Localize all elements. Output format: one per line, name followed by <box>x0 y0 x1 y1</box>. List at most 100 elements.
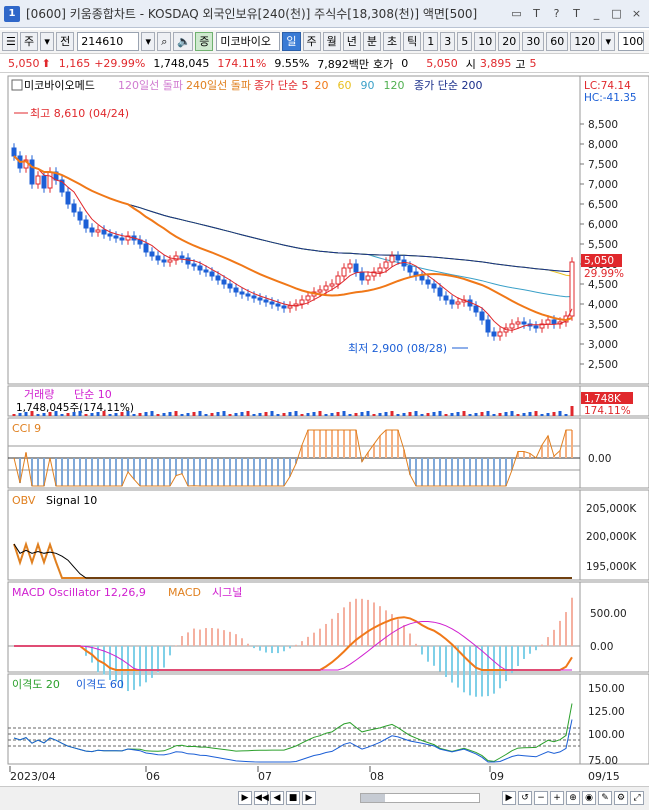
volume-bar <box>318 411 322 416</box>
interval-20[interactable]: 20 <box>498 32 521 51</box>
first-icon[interactable]: ▶ <box>238 791 252 805</box>
period-week[interactable]: 주 <box>302 32 321 51</box>
x-axis-label: 09 <box>490 770 504 783</box>
chat-icon[interactable]: ✎ <box>598 791 612 805</box>
volume-bar <box>546 413 550 416</box>
candle-body <box>479 311 485 321</box>
volume-bar <box>216 412 220 416</box>
candle-body <box>101 229 107 235</box>
x-axis-label: 07 <box>258 770 272 783</box>
zoom-out-icon[interactable]: − <box>534 791 548 805</box>
volume-bar <box>90 413 94 416</box>
candle-body <box>491 331 497 337</box>
period-second[interactable]: 초 <box>383 32 402 51</box>
scroll-track[interactable] <box>360 793 480 803</box>
candle-body <box>263 299 269 303</box>
scroll-thumb[interactable] <box>361 794 385 802</box>
interval-5[interactable]: 5 <box>457 32 473 51</box>
candle-body <box>167 259 173 263</box>
candle-body <box>185 257 191 265</box>
volume-bar <box>414 411 418 416</box>
volume-bar <box>378 413 382 416</box>
price-change-pct: +29.99% <box>94 57 146 70</box>
interval-120[interactable]: 120 <box>570 32 600 51</box>
maximize-icon[interactable]: □ <box>608 5 625 22</box>
code-dropdown-icon[interactable]: ▾ <box>141 32 156 51</box>
tab-stock[interactable]: 주 <box>20 32 39 51</box>
settings-icon[interactable]: ⚙ <box>614 791 628 805</box>
interval-1[interactable]: 1 <box>423 32 439 51</box>
scroll-right-icon[interactable]: ▶ <box>502 791 516 805</box>
menu-icon[interactable]: ☰ <box>2 32 18 51</box>
close-icon[interactable]: × <box>628 5 645 22</box>
volume-bar <box>438 411 442 416</box>
rewind-icon[interactable]: ◀◀ <box>254 791 269 805</box>
stock-code-input[interactable]: 214610 <box>77 32 140 51</box>
candle-body <box>455 301 461 305</box>
interval-60[interactable]: 60 <box>546 32 569 51</box>
camera-icon[interactable]: ◉ <box>582 791 596 805</box>
candle-body <box>437 287 443 297</box>
candle-body <box>41 175 47 189</box>
tab-prev[interactable]: 전 <box>56 32 75 51</box>
cci-tick: 0.00 <box>588 453 611 465</box>
axis-panel <box>579 581 649 673</box>
period-minute[interactable]: 분 <box>362 32 381 51</box>
interval-10[interactable]: 10 <box>474 32 497 51</box>
prev-icon[interactable]: ◀ <box>270 791 284 805</box>
volume-bar <box>462 411 466 416</box>
view-count-input[interactable]: 100 <box>618 32 645 51</box>
chevron-down-icon[interactable]: ▾ <box>601 32 616 51</box>
legend-item: 60 <box>338 79 352 92</box>
price-tick-label: 4,000 <box>588 299 618 311</box>
candle-body <box>221 279 227 285</box>
text-icon[interactable]: T <box>528 5 545 22</box>
volume-bar <box>276 414 280 416</box>
chevron-down-icon[interactable]: ▾ <box>40 32 55 51</box>
volume-bar <box>444 414 448 416</box>
stop-icon[interactable]: ■ <box>286 791 300 805</box>
volume-bar <box>150 411 154 416</box>
high-label: 고 <box>515 57 526 71</box>
candle-body <box>353 263 359 273</box>
expand-icon[interactable]: ⤢ <box>630 791 644 805</box>
zoom-reset-icon[interactable]: ↺ <box>518 791 532 805</box>
price-change: 1,165 <box>58 57 91 70</box>
zoom-in-icon[interactable]: + <box>550 791 564 805</box>
chart-area[interactable]: 8,5008,0007,5007,0006,5006,0005,5005,000… <box>0 74 649 785</box>
obv-tick: 205,000K <box>586 503 637 515</box>
font-icon[interactable]: T <box>568 5 585 22</box>
next-icon[interactable]: ▶ <box>302 791 316 805</box>
volume-bar <box>360 412 364 416</box>
volume-bar <box>288 412 292 416</box>
candle-body <box>299 299 305 305</box>
period-year[interactable]: 년 <box>342 32 361 51</box>
period-tick[interactable]: 틱 <box>403 32 422 51</box>
volume-bar <box>540 414 544 416</box>
chart-scrollbar[interactable]: ▶ ◀◀ ◀ ■ ▶ ▶ ↺ − + ⊕ ◉ ✎ ⚙ ⤢ <box>0 786 649 810</box>
volume-bar <box>66 413 70 416</box>
obv-tick: 200,000K <box>586 531 637 543</box>
badge-jeung: 증 <box>195 32 214 51</box>
x-axis-label: 08 <box>370 770 384 783</box>
restore-icon[interactable]: ▭ <box>508 5 525 22</box>
obv-title: OBV <box>12 494 36 507</box>
candle-body <box>107 233 113 237</box>
trade-amount: 7,892백만 <box>317 57 370 71</box>
candle-body <box>275 303 281 307</box>
search-icon[interactable]: ⌕ <box>157 32 172 51</box>
interval-3[interactable]: 3 <box>440 32 456 51</box>
macd-tick: 0.00 <box>590 641 613 653</box>
minimize-icon[interactable]: _ <box>588 5 605 22</box>
crosshair-icon[interactable]: ⊕ <box>566 791 580 805</box>
interval-30[interactable]: 30 <box>522 32 545 51</box>
volume-bar <box>372 414 376 416</box>
speaker-icon[interactable]: 🔈 <box>173 32 194 51</box>
help-icon[interactable]: ? <box>548 5 565 22</box>
volume-bar <box>324 414 328 416</box>
period-month[interactable]: 월 <box>322 32 341 51</box>
candle-body <box>71 203 77 213</box>
candle-body <box>29 159 35 185</box>
candle-body <box>545 319 551 325</box>
period-day[interactable]: 일 <box>282 32 301 51</box>
